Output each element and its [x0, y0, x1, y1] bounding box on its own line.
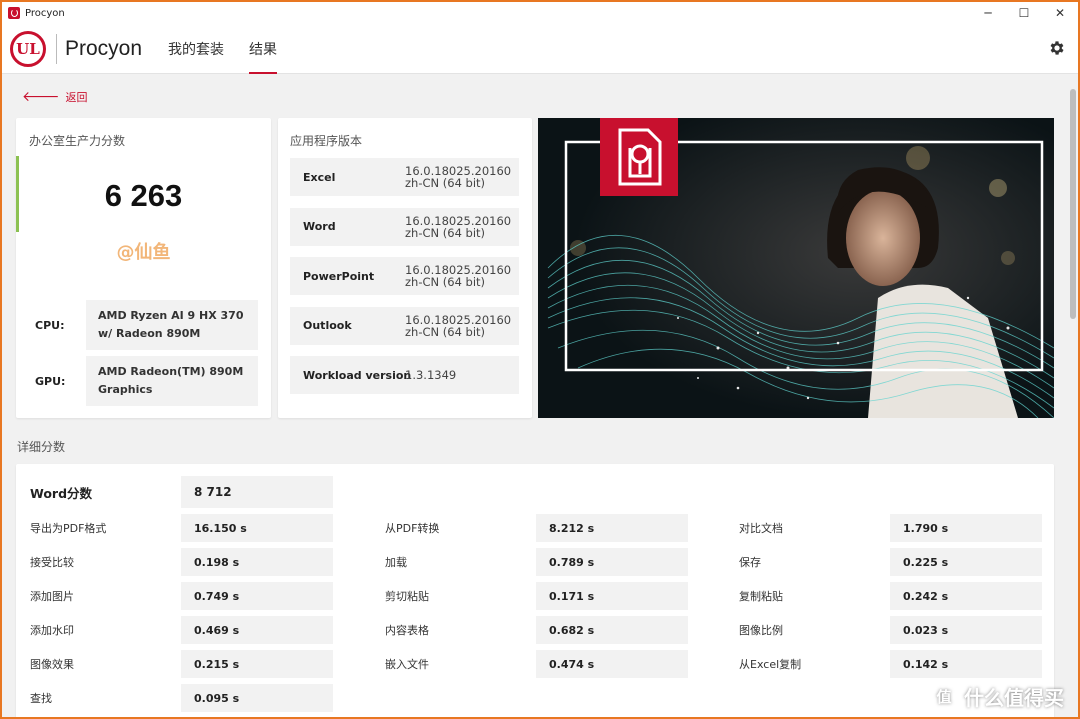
gpu-row: GPU: AMD Radeon(TM) 890M Graphics	[16, 356, 271, 406]
back-label: 返回	[65, 90, 88, 104]
maximize-button[interactable]: ☐	[1006, 2, 1042, 24]
metric-label: 内容表格	[385, 624, 429, 637]
metric-value: 0.225 s	[890, 548, 1042, 576]
metric-value: 16.150 s	[181, 514, 333, 542]
metric-label: 嵌入文件	[385, 658, 429, 671]
procyon-app-icon	[8, 7, 20, 19]
hero-illustration	[538, 118, 1054, 418]
metric-label: 添加图片	[30, 590, 74, 603]
metric-label: 图像比例	[739, 624, 783, 637]
window-controls: ─ ☐ ✕	[970, 2, 1078, 24]
metric-value: 0.215 s	[181, 650, 333, 678]
metric-value: 0.789 s	[536, 548, 688, 576]
author-watermark: @仙鱼	[116, 242, 171, 263]
metric-label: 从Excel复制	[739, 658, 802, 671]
metric-value: 1.790 s	[890, 514, 1042, 542]
metric-label: 接受比较	[30, 556, 74, 569]
version-value: 16.0.18025.20160 zh-CN (64 bit)	[405, 307, 511, 345]
metric-value: 0.749 s	[181, 582, 333, 610]
version-row-powerpoint: PowerPoint 16.0.18025.20160 zh-CN (64 bit…	[290, 257, 519, 295]
version-locale: zh-CN (64 bit)	[405, 275, 486, 289]
metric-value: 0.095 s	[181, 684, 333, 712]
app-versions-card: 应用程序版本 Excel 16.0.18025.20160 zh-CN (64 b…	[278, 118, 532, 418]
version-row-excel: Excel 16.0.18025.20160 zh-CN (64 bit)	[290, 158, 519, 196]
detail-scores-title: 详细分数	[17, 440, 66, 454]
version-value: 16.0.18025.20160 zh-CN (64 bit)	[405, 208, 511, 246]
version-value: 1.3.1349	[405, 356, 456, 394]
cpu-value: AMD Ryzen AI 9 HX 370 w/ Radeon 890M	[86, 300, 258, 350]
word-score-label: Word分数	[30, 485, 93, 501]
metric-value: 8.212 s	[536, 514, 688, 542]
metric-label: 保存	[739, 556, 761, 569]
version-app-name: PowerPoint	[303, 269, 375, 283]
metric-value: 0.023 s	[890, 616, 1042, 644]
gear-icon[interactable]	[1048, 39, 1066, 57]
versions-card-title: 应用程序版本	[290, 134, 363, 148]
version-app-name: Word	[303, 220, 336, 233]
detail-scores-card: Word分数 8 712 导出为PDF格式 16.150 s 接受比较 0.19…	[16, 464, 1054, 717]
metric-value: 0.171 s	[536, 582, 688, 610]
gpu-value: AMD Radeon(TM) 890M Graphics	[86, 356, 258, 406]
version-app-name: Workload version	[303, 368, 412, 382]
metric-value: 0.198 s	[181, 548, 333, 576]
logo-divider	[56, 33, 57, 64]
metric-value: 0.142 s	[890, 650, 1042, 678]
version-row-workload: Workload version 1.3.1349	[290, 356, 519, 394]
ul-logo: UL	[10, 30, 46, 67]
metric-value: 0.474 s	[536, 650, 688, 678]
metric-value: 0.682 s	[536, 616, 688, 644]
version-app-name: Outlook	[303, 319, 352, 332]
vertical-scrollbar[interactable]	[1068, 75, 1078, 717]
metric-label: 从PDF转换	[385, 522, 440, 535]
site-watermark: 值 什么值得买	[930, 682, 1064, 711]
tab-results[interactable]: 结果	[249, 24, 278, 74]
arrow-left-icon: 🡐	[22, 89, 60, 105]
version-number: 16.0.18025.20160	[405, 213, 512, 228]
version-locale: zh-CN (64 bit)	[405, 225, 486, 240]
version-row-outlook: Outlook 16.0.18025.20160 zh-CN (64 bit)	[290, 306, 519, 345]
metric-label: 添加水印	[30, 624, 74, 637]
site-watermark-text: 什么值得买	[964, 686, 1064, 710]
version-locale: zh-CN (64 bit)	[405, 176, 486, 190]
version-locale: zh-CN (64 bit)	[405, 324, 486, 339]
version-row-word: Word 16.0.18025.20160 zh-CN (64 bit)	[290, 207, 519, 246]
app-window: Procyon ─ ☐ ✕ UL Procyon 我的套装 结果 🡐 返回 办公…	[2, 2, 1078, 717]
overall-score: 6 263	[104, 178, 183, 213]
metric-value: 0.469 s	[181, 616, 333, 644]
scrollbar-thumb[interactable]	[1070, 89, 1076, 319]
metric-label: 查找	[30, 692, 52, 705]
score-card-title: 办公室生产力分数	[29, 134, 126, 148]
metric-label: 加载	[385, 556, 407, 569]
app-name: Procyon	[65, 36, 143, 60]
version-number: 16.0.18025.20160	[405, 312, 512, 327]
back-link[interactable]: 🡐 返回	[22, 88, 88, 105]
metric-label: 剪切粘贴	[385, 590, 429, 603]
cpu-label: CPU:	[35, 318, 65, 332]
version-app-name: Excel	[303, 170, 336, 184]
metric-label: 导出为PDF格式	[30, 522, 107, 535]
metric-value: 0.242 s	[890, 582, 1042, 610]
version-value: 16.0.18025.20160 zh-CN (64 bit)	[405, 257, 511, 295]
window-title: Procyon	[25, 7, 65, 19]
version-value: 16.0.18025.20160 zh-CN (64 bit)	[405, 158, 511, 196]
gpu-label: GPU:	[35, 374, 66, 388]
minimize-button[interactable]: ─	[970, 2, 1006, 24]
title-bar: Procyon ─ ☐ ✕	[2, 2, 1078, 24]
metric-label: 复制粘贴	[739, 590, 783, 603]
metric-label: 图像效果	[30, 658, 74, 671]
cpu-row: CPU: AMD Ryzen AI 9 HX 370 w/ Radeon 890…	[16, 300, 271, 350]
word-score-value: 8 712	[181, 476, 333, 508]
close-button[interactable]: ✕	[1042, 2, 1078, 24]
site-logo-icon: 值	[930, 682, 958, 711]
metric-label: 对比文档	[739, 522, 783, 535]
benchmark-hero-image	[538, 118, 1054, 418]
version-number: 1.3.1349	[405, 368, 457, 382]
tab-my-suites[interactable]: 我的套装	[168, 24, 224, 74]
app-header: UL Procyon 我的套装 结果	[2, 24, 1078, 74]
score-card: 办公室生产力分数 6 263 @仙鱼 CPU: AMD Ryzen AI 9 H…	[16, 118, 271, 418]
